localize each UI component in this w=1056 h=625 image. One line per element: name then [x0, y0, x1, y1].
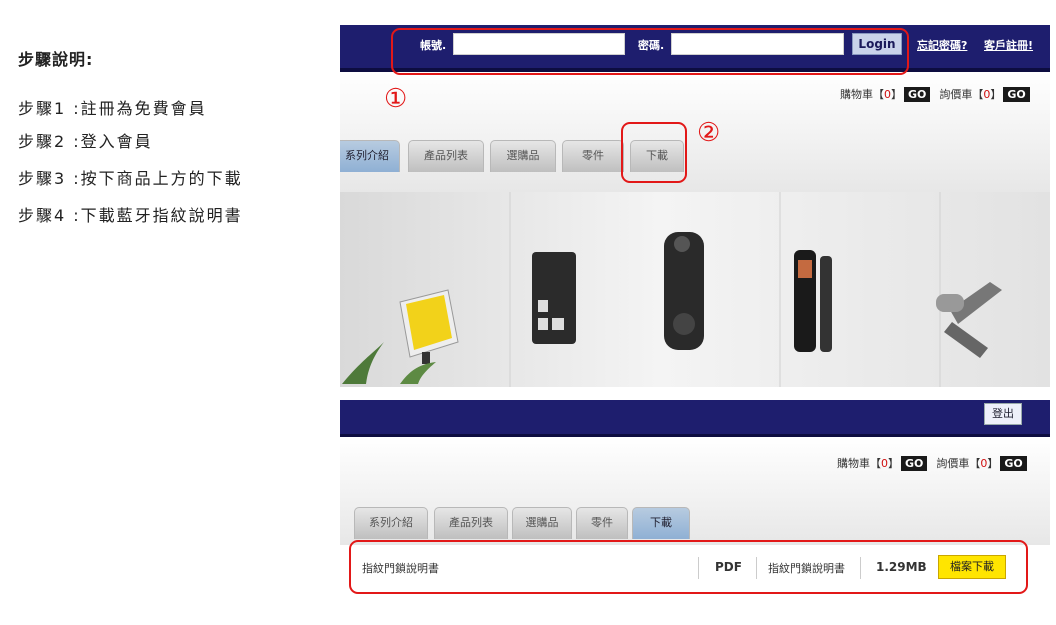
tab-series-intro-2[interactable]: 系列介紹 [354, 507, 428, 539]
product-banner [340, 192, 1050, 387]
instruction-step-4: 步驟4 :下載藍牙指紋說明書 [18, 206, 243, 225]
cart-status-2: 購物車【0】 GO 詢價車【0】 GO [837, 455, 1029, 471]
face-lock-icon [794, 250, 832, 352]
lever-handle-icon [936, 282, 1002, 358]
register-link[interactable]: 客戶註冊! [984, 37, 1033, 53]
inquiry-go-button[interactable]: GO [1003, 87, 1030, 102]
forgot-password-link[interactable]: 忘記密碼? [917, 37, 967, 53]
instruction-step-2: 步驟2 :登入會員 [18, 132, 153, 151]
cart-go-button-2[interactable]: GO [901, 456, 928, 471]
tab-product-list[interactable]: 產品列表 [408, 140, 484, 172]
callout-number-1: ① [384, 84, 408, 114]
callout-number-2: ② [697, 118, 721, 148]
tab-product-list-2[interactable]: 產品列表 [434, 507, 508, 539]
tab-parts[interactable]: 零件 [562, 140, 624, 172]
inquiry-go-button-2[interactable]: GO [1000, 456, 1027, 471]
login-highlight-box [391, 28, 909, 75]
plant-icon [342, 342, 384, 384]
cart-strip-2: 購物車【0】 GO 詢價車【0】 GO 系列介紹 產品列表 選購品 零件 下載 [340, 437, 1050, 545]
keypad-device-icon [532, 252, 576, 344]
instruction-step-1: 步驟1 :註冊為免費會員 [18, 99, 207, 118]
download-tab-highlight-box [621, 122, 687, 183]
cart-go-button[interactable]: GO [904, 87, 931, 102]
cart-strip: 購物車【0】 GO 詢價車【0】 GO 系列介紹 產品列表 選購品 零件 下載 [340, 72, 1050, 192]
tab-download-2[interactable]: 下載 [632, 507, 690, 539]
download-row-highlight-box [349, 540, 1028, 594]
nav-bar: 登出 [340, 400, 1050, 437]
tab-options-2[interactable]: 選購品 [512, 507, 572, 539]
product-banner-image [342, 192, 1002, 387]
sensor-device-icon [399, 289, 459, 364]
logout-button[interactable]: 登出 [984, 403, 1022, 425]
tab-parts-2[interactable]: 零件 [576, 507, 628, 539]
instructions-title: 步驟說明: [18, 50, 94, 69]
fingerprint-lock-icon [664, 232, 704, 350]
tab-options[interactable]: 選購品 [490, 140, 556, 172]
instruction-step-3: 步驟3 :按下商品上方的下載 [18, 169, 243, 188]
cart-status: 購物車【0】 GO 詢價車【0】 GO [840, 86, 1032, 102]
login-screenshot: 帳號. 密碼. Login 忘記密碼? 客戶註冊! 購物車【0】 GO 詢價車【0… [340, 25, 1050, 387]
tab-series-intro[interactable]: 系列介紹 [340, 140, 400, 172]
